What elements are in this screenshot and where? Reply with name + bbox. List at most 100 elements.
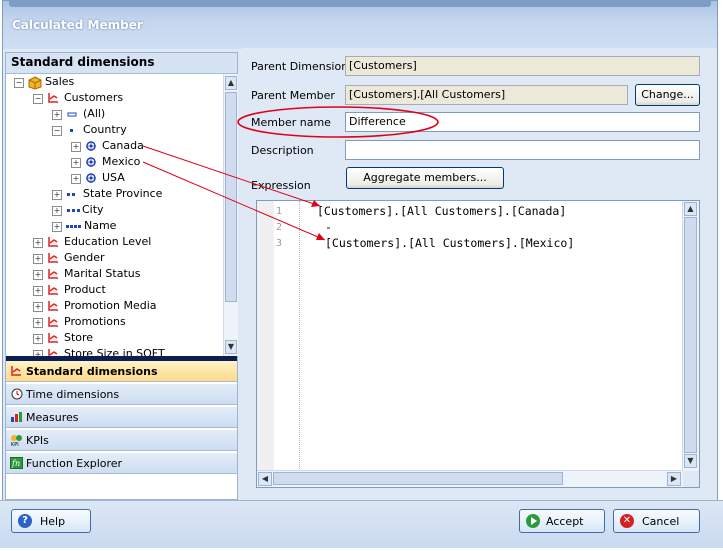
collapse-icon[interactable]: −	[14, 78, 24, 88]
measures-icon	[10, 411, 23, 423]
nav-measures[interactable]: Measures	[6, 407, 237, 428]
expression-line-3[interactable]: [Customers].[All Customers].[Mexico]	[325, 236, 574, 250]
dimension-icon	[47, 268, 59, 280]
dimensions-panel-title: Standard dimensions	[11, 55, 155, 69]
expand-icon[interactable]: +	[33, 270, 43, 280]
dimensions-panel: Standard dimensions − Sales − Customers + (Al…	[5, 52, 238, 500]
dimension-icon	[47, 252, 59, 264]
accept-button[interactable]: Accept	[519, 509, 605, 533]
parent-member-label: Parent Member	[251, 89, 335, 102]
nav-time-dimensions[interactable]: Time dimensions	[6, 384, 237, 405]
cube-icon	[28, 76, 42, 90]
editor-vertical-scrollbar[interactable]: ▲ ▼	[682, 201, 699, 471]
expand-icon[interactable]: +	[71, 174, 81, 184]
scroll-down-arrow-icon[interactable]: ▼	[225, 340, 237, 354]
collapse-icon[interactable]: −	[33, 94, 43, 104]
nav-label: Time dimensions	[26, 388, 120, 401]
expression-line-1[interactable]: [Customers].[All Customers].[Canada]	[317, 204, 566, 218]
help-icon: ?	[18, 514, 32, 528]
dimension-icon	[47, 332, 59, 344]
editor-margin-guide	[299, 201, 300, 471]
tree-node-label: Mexico	[102, 155, 141, 168]
expand-icon[interactable]: +	[71, 142, 81, 152]
description-label: Description	[251, 144, 314, 157]
expression-line-2[interactable]: -	[325, 220, 332, 234]
tree-node-label: Promotions	[64, 315, 126, 328]
dimension-icon	[47, 348, 59, 356]
nav-function-explorer[interactable]: fn Function Explorer	[6, 453, 237, 474]
expand-icon[interactable]: +	[33, 286, 43, 296]
tree-node-label: Store Size in SQFT	[64, 347, 165, 356]
expand-icon[interactable]: +	[33, 302, 43, 312]
expand-icon[interactable]: +	[33, 254, 43, 264]
expand-icon[interactable]: +	[52, 222, 62, 232]
clock-icon	[10, 388, 23, 400]
expand-icon[interactable]: +	[52, 190, 62, 200]
description-input[interactable]	[345, 140, 700, 160]
editor-scroll-down-icon[interactable]: ▼	[684, 454, 697, 468]
window-title: Calculated Member	[12, 18, 143, 32]
tree-node-label: Name	[84, 219, 117, 232]
editor-gutter	[257, 201, 274, 471]
cancel-button-label: Cancel	[642, 515, 680, 528]
nav-label: Function Explorer	[26, 457, 123, 470]
kpi-icon: KPI	[10, 434, 23, 448]
member-icon	[85, 172, 97, 184]
collapse-icon[interactable]: −	[52, 126, 62, 136]
svg-text:KPI: KPI	[11, 442, 19, 446]
expand-icon[interactable]: +	[33, 318, 43, 328]
expand-icon[interactable]: +	[71, 158, 81, 168]
editor-scroll-left-icon[interactable]: ◀	[258, 472, 272, 486]
help-button-label: Help	[40, 515, 66, 528]
cancel-icon: ✕	[620, 514, 634, 528]
svg-text:fn: fn	[11, 459, 20, 468]
level1-icon	[66, 124, 78, 136]
editor-horizontal-scrollbar[interactable]: ◀ ▶	[257, 470, 683, 487]
dimension-icon	[47, 236, 59, 248]
line-number: 2	[276, 222, 283, 233]
dimension-icon	[10, 365, 23, 377]
expand-icon[interactable]: +	[33, 238, 43, 248]
editor-scroll-right-icon[interactable]: ▶	[667, 472, 681, 486]
tree-node-label: Canada	[102, 139, 144, 152]
expand-icon[interactable]: +	[33, 334, 43, 344]
cancel-button[interactable]: ✕ Cancel	[613, 509, 700, 533]
line-number: 1	[276, 206, 283, 217]
aggregate-members-button[interactable]: Aggregate members...	[346, 167, 504, 189]
expand-icon[interactable]: +	[52, 206, 62, 216]
tree-node-label: Country	[83, 123, 127, 136]
dimension-icon	[47, 316, 59, 328]
play-icon	[531, 517, 537, 525]
nav-standard-dimensions[interactable]: Standard dimensions	[6, 361, 237, 382]
help-button[interactable]: ? Help	[11, 509, 91, 533]
editor-scroll-up-icon[interactable]: ▲	[684, 202, 697, 216]
scroll-up-arrow-icon[interactable]: ▲	[225, 76, 237, 90]
function-icon: fn	[10, 457, 23, 469]
change-button[interactable]: Change...	[635, 84, 700, 106]
parent-dimension-field: [Customers]	[345, 56, 700, 76]
expression-label: Expression	[251, 179, 311, 192]
line-number: 3	[276, 238, 283, 249]
tree-vertical-scrollbar[interactable]: ▲ ▼	[223, 74, 238, 356]
editor-scroll-thumb[interactable]	[684, 217, 697, 453]
nav-label: Standard dimensions	[26, 365, 158, 378]
member-icon	[85, 140, 97, 152]
member-name-input[interactable]: Difference	[345, 112, 700, 132]
tree-node-label: Sales	[45, 75, 75, 88]
dimension-tree[interactable]: − Sales − Customers + (All) − Country + Canada + Me…	[6, 74, 223, 356]
level2-icon	[66, 188, 78, 200]
accept-button-label: Accept	[546, 515, 584, 528]
member-name-label: Member name	[251, 116, 331, 129]
tree-node-label: State Province	[83, 187, 163, 200]
parent-dimension-label: Parent Dimension	[251, 60, 349, 73]
dimension-icon	[47, 92, 59, 104]
parent-member-field: [Customers].[All Customers]	[345, 85, 628, 105]
editor-hscroll-thumb[interactable]	[273, 472, 563, 485]
scroll-thumb[interactable]	[225, 92, 237, 302]
nav-kpis[interactable]: KPI KPIs	[6, 430, 237, 451]
dialog-footer: ? Help Accept ✕ Cancel	[0, 500, 723, 548]
expression-editor[interactable]: 1 2 3 [Customers].[All Customers].[Canad…	[256, 200, 700, 488]
member-icon	[85, 156, 97, 168]
expand-icon[interactable]: +	[52, 110, 62, 120]
tree-node-label: USA	[102, 171, 125, 184]
